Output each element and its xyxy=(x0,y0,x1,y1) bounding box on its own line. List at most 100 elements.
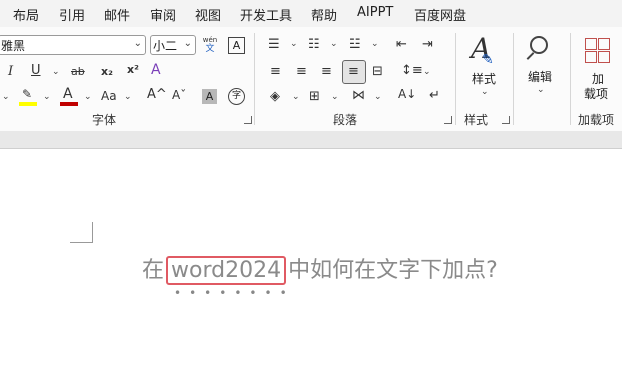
enclose-characters-button[interactable]: 字 xyxy=(228,88,245,105)
subscript-button[interactable]: x₂ xyxy=(101,66,113,77)
align-left-icon[interactable]: ≡ xyxy=(270,65,281,78)
text-suffix: 中如何在文字下加点? xyxy=(288,258,498,283)
document-text-line[interactable]: 在 word2024 •••••••• 中如何在文字下加点? xyxy=(142,252,498,300)
character-shading-button[interactable]: A xyxy=(202,89,217,104)
chevron-down-icon: ⌄ xyxy=(183,38,192,49)
sort-icon[interactable]: A↓ xyxy=(398,88,416,100)
chevron-down-icon: ⌄ xyxy=(133,38,142,49)
group-divider xyxy=(570,33,571,125)
menu-mailings[interactable]: 邮件 xyxy=(104,5,130,24)
chevron-down-icon[interactable]: ⌄ xyxy=(330,39,338,49)
change-case-button[interactable]: Aa xyxy=(101,90,117,102)
font-family-value: 雅黑 xyxy=(1,39,26,53)
phonetic-guide-button[interactable]: wén 文 xyxy=(202,36,218,56)
menu-developer[interactable]: 开发工具 xyxy=(240,5,292,24)
group-divider xyxy=(455,33,456,125)
menu-layout[interactable]: 布局 xyxy=(13,5,39,24)
clear-formatting-icon[interactable]: A xyxy=(151,63,161,77)
styles-button[interactable]: A ✎ 样式 ⌄ xyxy=(466,35,504,99)
menu-help[interactable]: 帮助 xyxy=(311,5,337,24)
font-family-select[interactable]: 雅黑 ⌄ xyxy=(0,35,146,55)
chinese-layout-icon[interactable]: ⋈ xyxy=(352,89,365,102)
show-hide-marks-icon[interactable]: ↵ xyxy=(429,89,440,102)
paragraph-dialog-launcher-icon[interactable] xyxy=(444,116,452,124)
styles-dialog-launcher-icon[interactable] xyxy=(502,116,510,124)
styles-group-label: 样式 xyxy=(464,113,489,127)
menu-review[interactable]: 审阅 xyxy=(150,5,176,24)
decrease-indent-icon[interactable]: ⇤ xyxy=(396,38,407,51)
chevron-down-icon: ⌄ xyxy=(537,85,545,95)
emphasis-dots: •••••••• xyxy=(174,286,295,300)
menu-aippt[interactable]: AIPPT xyxy=(357,5,393,20)
add-ins-icon xyxy=(585,38,610,63)
menu-baidu-netdisk[interactable]: 百度网盘 xyxy=(414,5,466,24)
ribbon-shadow xyxy=(0,131,622,148)
italic-button[interactable]: I xyxy=(8,65,13,78)
font-dialog-launcher-icon[interactable] xyxy=(244,116,252,124)
phonetic-guide-icon: 文 xyxy=(205,44,215,54)
character-border-button[interactable]: A xyxy=(228,37,245,54)
grow-font-button[interactable]: A^ xyxy=(147,88,167,101)
chevron-down-icon[interactable]: ⌄ xyxy=(292,92,300,102)
chevron-down-icon[interactable]: ⌄ xyxy=(374,92,382,102)
superscript-button[interactable]: x² xyxy=(127,64,139,75)
paragraph-group-label: 段落 xyxy=(333,113,358,127)
character-border-icon: A xyxy=(232,39,241,52)
group-divider xyxy=(254,33,255,125)
page-top-edge xyxy=(0,148,622,149)
align-right-icon[interactable]: ≡ xyxy=(321,65,332,78)
distributed-align-icon[interactable]: ⊟ xyxy=(372,65,383,78)
editing-label: 编辑 xyxy=(528,70,553,84)
shading-icon[interactable]: ◈ xyxy=(270,90,280,103)
line-spacing-icon[interactable]: ↕≡ xyxy=(401,64,423,77)
chevron-down-icon[interactable]: ⌄ xyxy=(2,92,10,102)
chevron-down-icon: ⌄ xyxy=(481,87,489,97)
chevron-down-icon[interactable]: ⌄ xyxy=(84,92,92,102)
justify-button[interactable]: ≡ xyxy=(342,60,366,84)
align-center-icon[interactable]: ≡ xyxy=(296,65,307,78)
chevron-down-icon[interactable]: ⌄ xyxy=(371,39,379,49)
highlight-color-bar xyxy=(19,102,37,106)
chevron-down-icon[interactable]: ⌄ xyxy=(423,67,431,77)
font-color-button[interactable]: A xyxy=(60,86,78,106)
highlighted-word: word2024 •••••••• xyxy=(166,256,287,300)
magnifier-handle xyxy=(526,52,535,60)
numbering-icon[interactable]: ☷ xyxy=(308,38,320,51)
underline-button[interactable]: U xyxy=(31,64,41,77)
enclose-characters-icon: 字 xyxy=(231,91,241,101)
chevron-down-icon[interactable]: ⌄ xyxy=(43,92,51,102)
add-ins-label-line2: 载项 xyxy=(584,87,609,101)
shrink-font-button[interactable]: Aˇ xyxy=(172,89,186,101)
brush-icon: ✎ xyxy=(482,52,494,68)
font-color-bar xyxy=(60,102,78,106)
menu-view[interactable]: 视图 xyxy=(195,5,221,24)
add-ins-button[interactable]: 加 载项 xyxy=(580,35,616,101)
strikethrough-button[interactable]: ab xyxy=(71,66,85,77)
borders-icon[interactable]: ⊞ xyxy=(309,90,320,103)
font-size-value: 小二 xyxy=(153,39,178,53)
add-ins-group-label: 加载项 xyxy=(578,113,615,127)
text-prefix: 在 xyxy=(142,258,165,283)
highlighted-word-text: word2024 xyxy=(171,258,282,283)
justify-icon: ≡ xyxy=(348,64,359,79)
character-shading-icon: A xyxy=(205,90,214,103)
chevron-down-icon[interactable]: ⌄ xyxy=(331,92,339,102)
page-margin-marker xyxy=(70,222,93,243)
menu-bar: 布局 引用 邮件 审阅 视图 开发工具 帮助 AIPPT 百度网盘 xyxy=(0,0,622,27)
editing-button[interactable]: 编辑 ⌄ xyxy=(524,35,558,99)
styles-label: 样式 xyxy=(472,72,497,86)
bullets-icon[interactable]: ☰ xyxy=(268,38,280,51)
group-divider xyxy=(513,33,514,125)
phonetic-guide-pinyin: wén xyxy=(202,36,218,44)
chevron-down-icon[interactable]: ⌄ xyxy=(124,92,132,102)
increase-indent-icon[interactable]: ⇥ xyxy=(422,38,433,51)
font-size-select[interactable]: 小二 ⌄ xyxy=(150,35,196,55)
chevron-down-icon[interactable]: ⌄ xyxy=(290,39,298,49)
highlighter-icon: ✎ xyxy=(22,87,33,101)
text-highlight-button[interactable]: ✎ xyxy=(19,88,37,106)
font-color-icon: A xyxy=(63,86,73,102)
font-group-label: 字体 xyxy=(92,113,117,127)
chevron-down-icon[interactable]: ⌄ xyxy=(52,67,60,77)
multilevel-list-icon[interactable]: ☳ xyxy=(349,38,361,51)
menu-references[interactable]: 引用 xyxy=(59,5,85,24)
